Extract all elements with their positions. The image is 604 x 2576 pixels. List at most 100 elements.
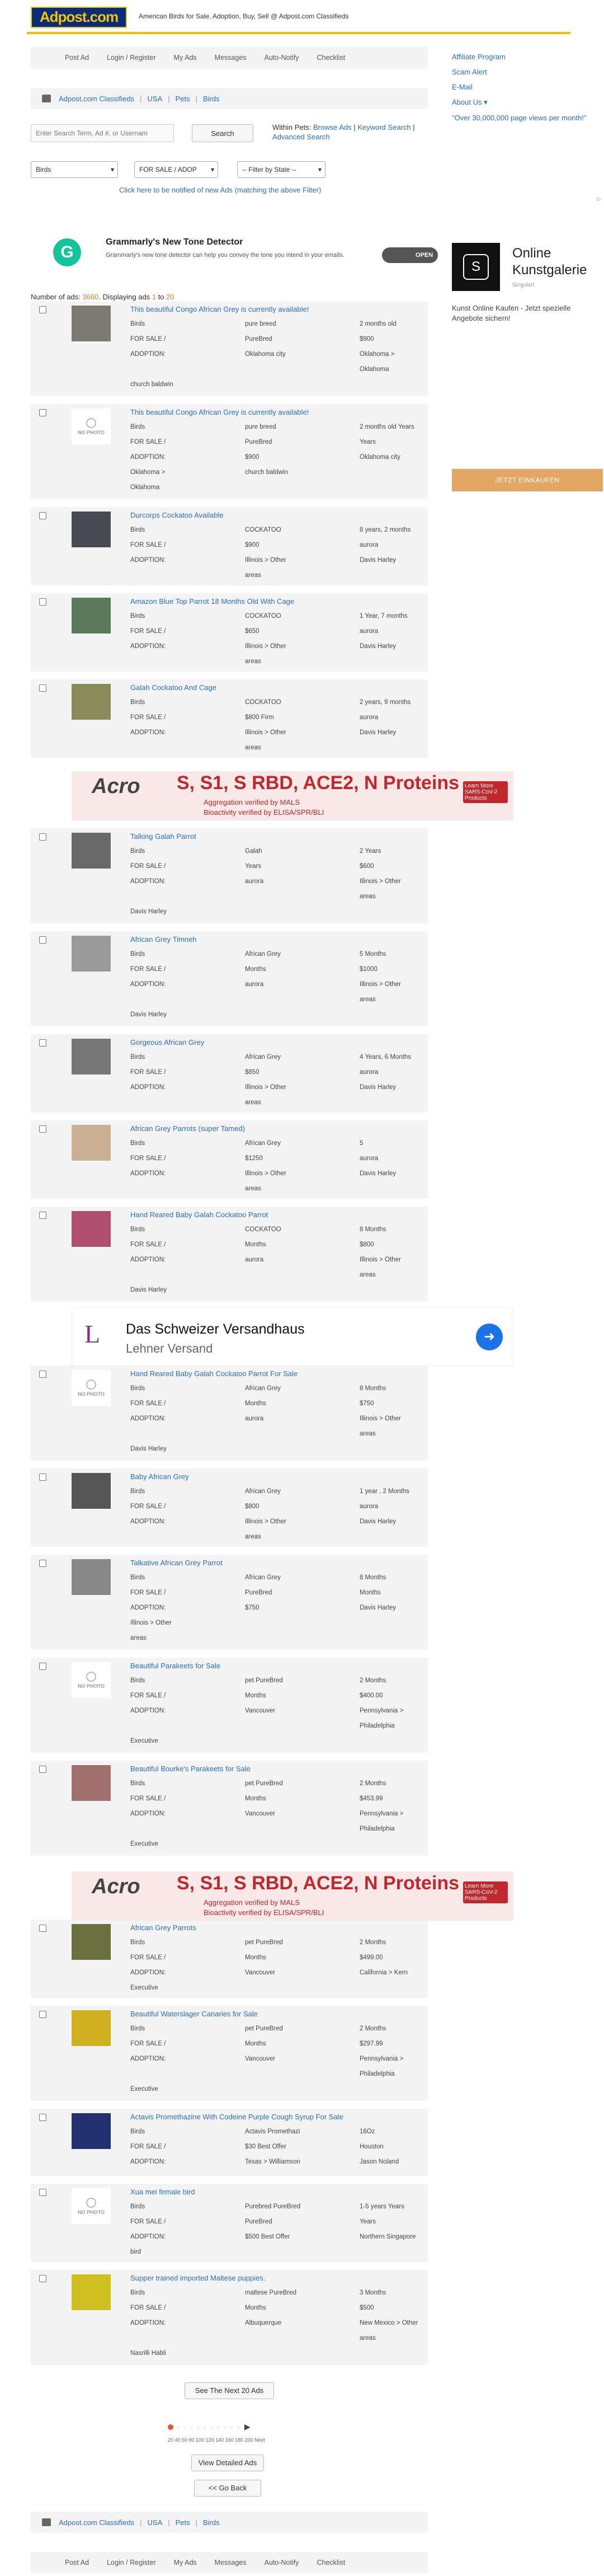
listing-photo[interactable] xyxy=(72,684,111,720)
listing-title[interactable]: Amazon Blue Top Parrot 18 Months Old Wit… xyxy=(130,597,294,606)
pager-next-icon[interactable]: ▶ xyxy=(244,2422,251,2432)
listing-photo[interactable] xyxy=(72,1473,111,1509)
breadcrumb-birds[interactable]: Birds xyxy=(203,95,220,103)
about-us-link[interactable]: About Us ▾ xyxy=(452,95,603,110)
nav-login[interactable]: Login / Register xyxy=(98,54,165,62)
swiss-ad[interactable]: L Das Schweizer Versandhaus Lehner Versa… xyxy=(72,1307,513,1366)
listing-title[interactable]: Beautiful Waterslager Canaries for Sale xyxy=(130,2010,258,2018)
listing-photo[interactable] xyxy=(72,512,111,547)
search-button[interactable]: Search xyxy=(192,124,253,142)
nav-messages[interactable]: Messages xyxy=(206,54,256,62)
keyword-search-link[interactable]: Keyword Search xyxy=(357,123,410,132)
breadcrumb-home[interactable]: Adpost.com Classifieds xyxy=(59,95,134,103)
listing-photo[interactable] xyxy=(72,598,111,634)
galerie-shop-button[interactable]: JETZT EINKAUFEN xyxy=(452,469,603,491)
listing-title[interactable]: African Grey Timneh xyxy=(130,935,197,944)
site-logo[interactable]: Adpost.com xyxy=(31,7,127,28)
select-checkbox[interactable] xyxy=(39,2114,46,2121)
listing-photo[interactable] xyxy=(72,936,111,972)
scam-alert-link[interactable]: Scam Alert xyxy=(452,64,603,79)
grammarly-ad[interactable]: G Grammarly's New Tone Detector Grammarl… xyxy=(31,228,439,276)
category-select[interactable]: Birds ▾ xyxy=(31,161,118,178)
listing-photo[interactable] xyxy=(72,306,111,341)
select-checkbox[interactable] xyxy=(39,1560,46,1567)
advanced-search-link[interactable]: Advanced Search xyxy=(272,133,330,141)
select-checkbox[interactable] xyxy=(39,833,46,841)
nav-post-ad[interactable]: Post Ad xyxy=(56,54,98,62)
breadcrumb-usa[interactable]: USA xyxy=(148,95,163,103)
select-checkbox[interactable] xyxy=(39,2011,46,2018)
listing-title[interactable]: Talkative African Grey Parrot xyxy=(130,1559,223,1567)
listing-title[interactable]: Beautiful Bourke's Parakeets for Sale xyxy=(130,1765,251,1773)
select-checkbox[interactable] xyxy=(39,1212,46,1219)
select-checkbox[interactable] xyxy=(39,1663,46,1670)
nav-checklist[interactable]: Checklist xyxy=(308,54,354,62)
no-photo-icon[interactable]: NO PHOTO xyxy=(72,409,111,444)
listing-title[interactable]: Actavis Promethazine With Codeine Purple… xyxy=(130,2113,343,2121)
listing-title[interactable]: African Grey Parrots (super Tamed) xyxy=(130,1124,245,1133)
no-photo-icon[interactable]: NO PHOTO xyxy=(72,1662,111,1698)
affiliate-link[interactable]: Affiliate Program xyxy=(452,49,603,64)
browse-ads-link[interactable]: Browse Ads xyxy=(313,123,352,132)
listing-photo[interactable] xyxy=(72,2113,111,2149)
no-photo-icon[interactable]: NO PHOTO xyxy=(72,1370,111,1406)
listing-title[interactable]: African Grey Parrots xyxy=(130,1923,196,1932)
go-back-button[interactable]: << Go Back xyxy=(194,2480,261,2497)
listing-title[interactable]: Gorgeous African Grey xyxy=(130,1038,204,1047)
acro-ad-2[interactable]: Acro S, S1, S RBD, ACE2, N Proteins Aggr… xyxy=(72,1871,513,1921)
select-checkbox[interactable] xyxy=(39,684,46,692)
select-checkbox[interactable] xyxy=(39,1371,46,1378)
listing-title[interactable]: Galah Cockatoo And Cage xyxy=(130,683,216,692)
select-checkbox[interactable] xyxy=(39,1766,46,1773)
nav-my-ads[interactable]: My Ads xyxy=(165,54,206,62)
listing-photo[interactable] xyxy=(72,1765,111,1801)
select-checkbox[interactable] xyxy=(39,409,46,416)
state-select[interactable]: -- Filter by State -- ▾ xyxy=(237,161,325,178)
listing-title[interactable]: Baby African Grey xyxy=(130,1472,189,1481)
home-icon[interactable] xyxy=(42,95,51,102)
notify-link[interactable]: Click here to be notified of new Ads (ma… xyxy=(119,186,321,194)
listing-title[interactable]: Hand Reared Baby Galah Cockatoo Parrot F… xyxy=(130,1369,298,1378)
detailed-ads-button[interactable]: View Detailed Ads xyxy=(191,2455,264,2471)
grammarly-open-button[interactable]: OPEN xyxy=(382,247,438,263)
select-checkbox[interactable] xyxy=(39,512,46,519)
listing-photo[interactable] xyxy=(72,1211,111,1247)
listing-title[interactable]: Xua mei female bird xyxy=(130,2188,195,2196)
listing-title[interactable]: This beautiful Congo African Grey is cur… xyxy=(130,408,309,416)
listing-title[interactable]: Durcorps Cockatoo Available xyxy=(130,511,224,519)
select-checkbox[interactable] xyxy=(39,1039,46,1047)
listing-photo[interactable] xyxy=(72,833,111,869)
select-checkbox[interactable] xyxy=(39,936,46,944)
listing-photo[interactable] xyxy=(72,1039,111,1074)
next-ads-button[interactable]: See The Next 20 Ads xyxy=(185,2382,274,2399)
listing-title[interactable]: Supper trained imported Maltese puppies. xyxy=(130,2274,265,2282)
pager-current[interactable] xyxy=(168,2424,173,2430)
listing-photo[interactable] xyxy=(72,1924,111,1960)
listing-title[interactable]: Talking Galah Parrot xyxy=(130,832,196,841)
select-checkbox[interactable] xyxy=(39,598,46,606)
select-checkbox[interactable] xyxy=(39,1474,46,1481)
ad-choices-icon[interactable]: ▷ xyxy=(597,196,603,201)
listing-field: FOR SALE / xyxy=(130,2040,166,2047)
acro-ad[interactable]: Acro S, S1, S RBD, ACE2, N Proteins Aggr… xyxy=(72,771,513,820)
listing-photo[interactable] xyxy=(72,1559,111,1595)
listing-title[interactable]: Hand Reared Baby Galah Cockatoo Parrot xyxy=(130,1210,268,1219)
listing-photo[interactable] xyxy=(72,2274,111,2310)
select-checkbox[interactable] xyxy=(39,306,46,313)
select-checkbox[interactable] xyxy=(39,2189,46,2196)
listing-title[interactable]: This beautiful Congo African Grey is cur… xyxy=(130,305,309,313)
nav-auto-notify[interactable]: Auto-Notify xyxy=(256,54,308,62)
select-checkbox[interactable] xyxy=(39,1125,46,1133)
listing-title[interactable]: Beautiful Parakeets for Sale xyxy=(130,1662,220,1670)
email-link[interactable]: E-Mail xyxy=(452,79,603,95)
select-checkbox[interactable] xyxy=(39,1925,46,1932)
listing-photo[interactable] xyxy=(72,2010,111,2046)
listing-photo[interactable] xyxy=(72,1125,111,1161)
select-checkbox[interactable] xyxy=(39,2275,46,2282)
arrow-icon[interactable]: ➜ xyxy=(476,1324,503,1350)
home-icon[interactable] xyxy=(42,2518,51,2526)
breadcrumb-pets[interactable]: Pets xyxy=(176,95,190,103)
type-select[interactable]: FOR SALE / ADOP ▾ xyxy=(134,161,218,178)
no-photo-icon[interactable]: NO PHOTO xyxy=(72,2188,111,2224)
search-input[interactable] xyxy=(31,124,174,142)
